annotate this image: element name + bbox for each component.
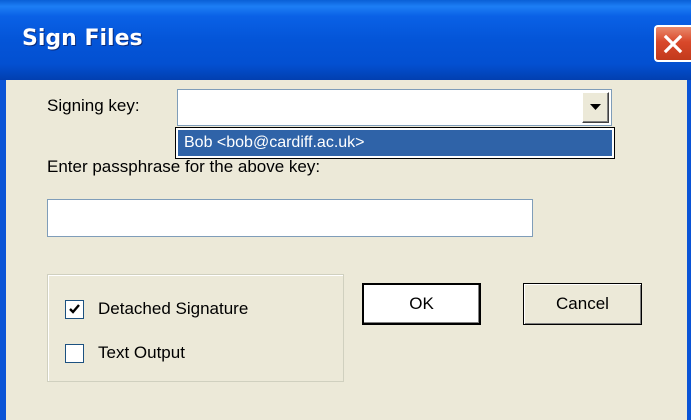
detached-signature-label: Detached Signature [98, 299, 249, 318]
cancel-button-label: Cancel [556, 294, 609, 313]
options-group [47, 274, 344, 382]
dropdown-button[interactable] [582, 92, 609, 123]
close-icon [663, 34, 683, 54]
window-title: Sign Files [22, 26, 143, 51]
chevron-down-icon [590, 104, 601, 110]
cancel-button[interactable]: Cancel [523, 283, 642, 325]
ok-button-label: OK [409, 294, 434, 313]
sign-files-dialog: Sign Files Signing key: Bob <bob@cardiff… [0, 0, 691, 420]
passphrase-input[interactable] [47, 199, 533, 237]
text-output-label: Text Output [98, 343, 185, 362]
checkmark-icon [69, 304, 80, 314]
detached-signature-checkbox[interactable] [65, 300, 84, 319]
close-button[interactable] [654, 25, 691, 62]
signing-key-select[interactable] [177, 89, 612, 126]
title-bar[interactable]: Sign Files [0, 0, 691, 80]
signing-key-label: Signing key: [47, 96, 140, 115]
signing-key-dropdown-list: Bob <bob@cardiff.ac.uk> [175, 127, 615, 159]
dropdown-option-bob[interactable]: Bob <bob@cardiff.ac.uk> [178, 130, 612, 156]
window-frame-left [0, 80, 6, 420]
passphrase-label: Enter passphrase for the above key: [47, 157, 321, 176]
text-output-checkbox[interactable] [65, 344, 84, 363]
ok-button[interactable]: OK [362, 283, 481, 325]
window-frame-right [687, 80, 691, 420]
